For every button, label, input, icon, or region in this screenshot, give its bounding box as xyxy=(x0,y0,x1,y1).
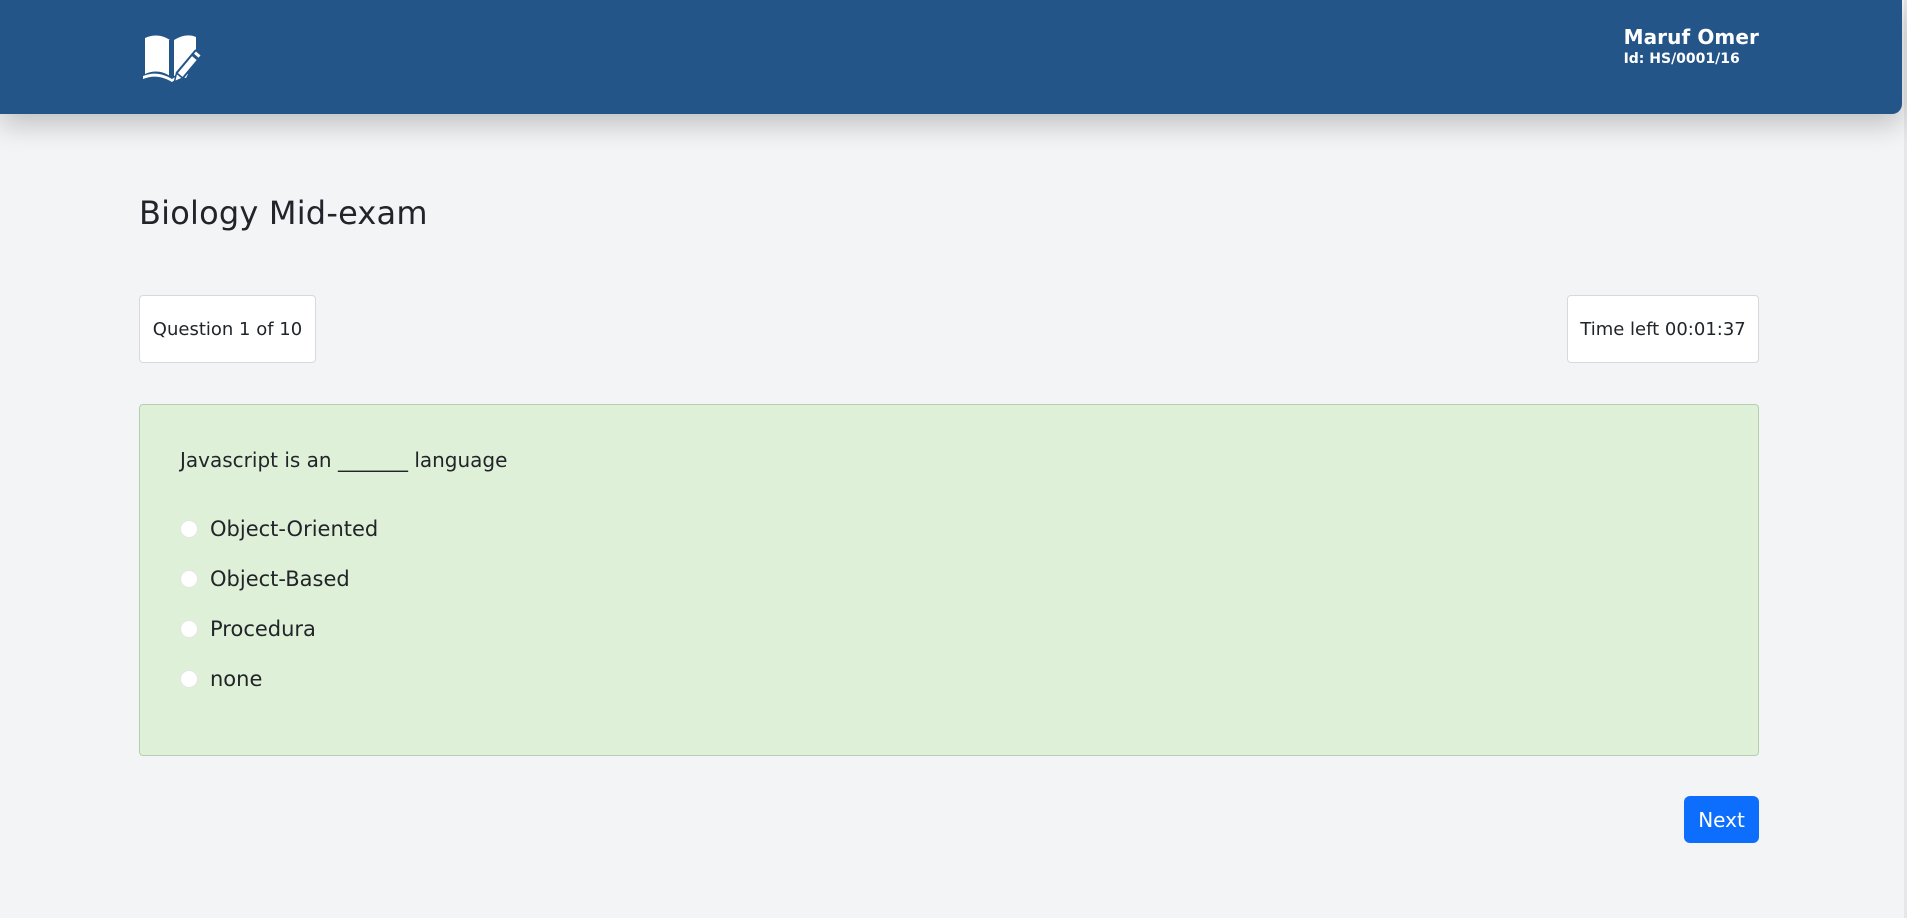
answer-option-label[interactable]: none xyxy=(210,667,262,691)
exam-page: Maruf Omer Id: HS/0001/16 Biology Mid-ex… xyxy=(0,0,1907,918)
radio-button[interactable] xyxy=(180,620,198,638)
radio-button[interactable] xyxy=(180,570,198,588)
radio-button[interactable] xyxy=(180,670,198,688)
question-counter: Question 1 of 10 xyxy=(139,295,316,363)
answer-option[interactable]: Object-Based xyxy=(180,565,378,593)
answer-option[interactable]: Procedura xyxy=(180,615,378,643)
radio-button[interactable] xyxy=(180,520,198,538)
time-left-box: Time left 00:01:37 xyxy=(1567,295,1759,363)
question-card: Javascript is an _______ language Object… xyxy=(139,404,1759,756)
answer-options: Object-Oriented Object-Based Procedura n… xyxy=(180,515,378,715)
user-name: Maruf Omer xyxy=(1623,25,1759,49)
answer-option[interactable]: Object-Oriented xyxy=(180,515,378,543)
answer-option[interactable]: none xyxy=(180,665,378,693)
top-header: Maruf Omer Id: HS/0001/16 xyxy=(0,0,1902,114)
user-id: Id: HS/0001/16 xyxy=(1623,51,1740,67)
question-text: Javascript is an _______ language xyxy=(180,448,508,472)
page-title: Biology Mid-exam xyxy=(139,194,428,232)
time-left-text: Time left 00:01:37 xyxy=(1580,318,1746,340)
question-counter-text: Question 1 of 10 xyxy=(152,318,303,340)
answer-option-label[interactable]: Procedura xyxy=(210,617,316,641)
book-pen-icon[interactable] xyxy=(142,30,203,86)
answer-option-label[interactable]: Object-Based xyxy=(210,567,350,591)
answer-option-label[interactable]: Object-Oriented xyxy=(210,517,378,541)
next-button[interactable]: Next xyxy=(1684,796,1759,843)
user-info: Maruf Omer Id: HS/0001/16 xyxy=(1624,24,1759,68)
